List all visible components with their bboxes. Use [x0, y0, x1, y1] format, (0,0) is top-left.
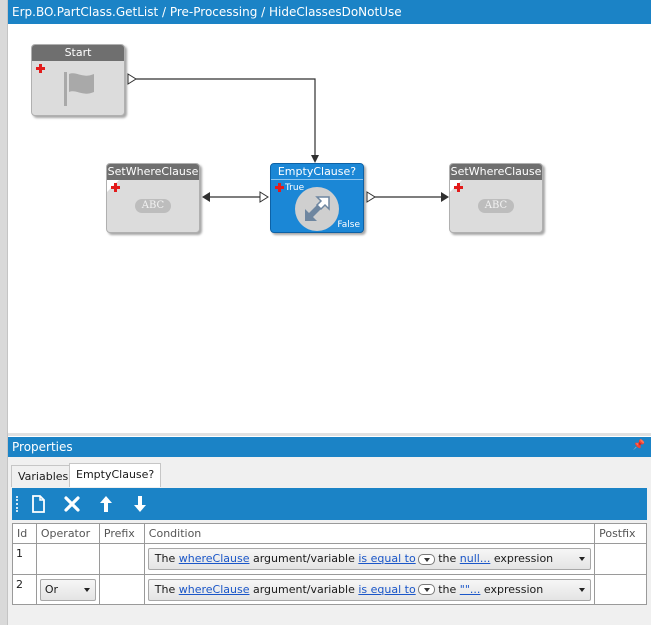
column-header-operator[interactable]: Operator — [35, 523, 100, 544]
connector-right-tail-arrow — [366, 191, 376, 203]
row-id-cell: 2 — [12, 574, 37, 605]
operator-select[interactable]: Or — [39, 578, 96, 601]
set-where-clause-node-left[interactable]: SetWhereClause ABC — [106, 163, 200, 233]
chevron-down-icon[interactable] — [579, 587, 586, 592]
add-plus-icon[interactable] — [111, 183, 120, 192]
abc-badge: ABC — [478, 199, 514, 213]
new-document-icon[interactable] — [26, 492, 50, 516]
properties-title: Properties — [12, 440, 73, 454]
pin-icon[interactable]: 📌 — [633, 440, 645, 451]
condition-text: the — [438, 582, 457, 596]
connector-left-head-arrow — [202, 192, 210, 202]
condition-text: expression — [493, 552, 554, 565]
chevron-down-icon[interactable] — [579, 557, 586, 561]
row-id-cell: 1 — [12, 543, 37, 575]
condition-expression-dropdown[interactable]: The whereClause argument/variable is equ… — [147, 578, 592, 601]
condition-cell: The whereClause argument/variable is equ… — [143, 543, 596, 575]
operator-value: Or — [44, 582, 59, 596]
start-node-title: Start — [32, 45, 124, 61]
postfix-cell[interactable] — [594, 574, 647, 605]
properties-panel: Variables EmptyClause? Id Operator Prefi… — [8, 457, 651, 625]
connector-left-tail-arrow — [259, 191, 269, 203]
operator-cell: Or — [35, 574, 100, 605]
comparison-dropdown-icon[interactable] — [417, 553, 435, 565]
set-where-clause-node-right[interactable]: SetWhereClause ABC — [449, 163, 543, 233]
variable-link[interactable]: whereClause — [179, 583, 250, 596]
comparison-link[interactable]: is equal to — [358, 583, 415, 596]
column-header-condition[interactable]: Condition — [143, 523, 596, 544]
panel-splitter[interactable] — [8, 433, 651, 436]
node-title: SetWhereClause — [107, 164, 199, 180]
comparison-link[interactable]: is equal to — [358, 552, 415, 565]
move-down-icon[interactable] — [128, 492, 152, 516]
condition-text: argument/variable — [252, 552, 355, 565]
value-link[interactable]: null... — [460, 552, 491, 565]
condition-text: The — [154, 582, 176, 596]
connector-start-to-condition — [136, 78, 316, 155]
connector-start-tail-arrow — [127, 73, 137, 85]
condition-text: The — [154, 552, 176, 565]
false-branch-label: False — [337, 220, 360, 230]
workflow-title-bar: Erp.BO.PartClass.GetList / Pre-Processin… — [8, 0, 651, 24]
column-header-id[interactable]: Id — [12, 523, 37, 544]
delete-icon[interactable] — [60, 492, 84, 516]
chevron-down-icon[interactable] — [83, 587, 90, 592]
prefix-cell[interactable] — [98, 543, 145, 575]
start-node[interactable]: Start — [31, 44, 125, 116]
abc-badge: ABC — [135, 199, 171, 213]
condition-text: the — [438, 552, 457, 565]
move-up-icon[interactable] — [94, 492, 118, 516]
condition-arrows-icon — [295, 187, 339, 231]
node-title: SetWhereClause — [450, 164, 542, 180]
comparison-dropdown-icon[interactable] — [417, 584, 435, 595]
condition-text: argument/variable — [252, 582, 355, 596]
condition-toolbar — [12, 488, 647, 520]
flag-icon — [64, 72, 94, 106]
connector-right-head-arrow — [441, 192, 449, 202]
condition-cell: The whereClause argument/variable is equ… — [143, 574, 596, 605]
add-plus-icon[interactable] — [454, 183, 463, 192]
postfix-cell[interactable] — [594, 543, 647, 575]
prefix-cell[interactable] — [98, 574, 145, 605]
node-title: EmptyClause? — [271, 164, 363, 180]
tab-empty-clause[interactable]: EmptyClause? — [69, 463, 162, 487]
empty-clause-condition-node[interactable]: EmptyClause? True False — [270, 163, 364, 233]
condition-text: expression — [483, 582, 544, 596]
workflow-canvas[interactable]: Start SetWhereClause ABC EmptyClause? Tr… — [8, 24, 651, 434]
toolbar-grip[interactable] — [16, 496, 18, 512]
column-header-prefix[interactable]: Prefix — [98, 523, 145, 544]
table-row[interactable]: 1 The whereClause argument/variable is e… — [12, 543, 647, 575]
add-plus-icon[interactable] — [275, 183, 284, 192]
connector-start-head-arrow — [311, 155, 319, 163]
operator-cell[interactable] — [35, 543, 100, 575]
table-row[interactable]: 2 Or The whereClause argument/variable i… — [12, 574, 647, 605]
condition-expression-dropdown[interactable]: The whereClause argument/variable is equ… — [147, 548, 592, 570]
tab-variables[interactable]: Variables — [11, 465, 76, 487]
app-window: Erp.BO.PartClass.GetList / Pre-Processin… — [0, 0, 651, 625]
grid-header-row: Id Operator Prefix Condition Postfix — [12, 523, 647, 544]
variable-link[interactable]: whereClause — [179, 552, 250, 565]
column-header-postfix[interactable]: Postfix — [594, 523, 647, 544]
workflow-title: Erp.BO.PartClass.GetList / Pre-Processin… — [12, 5, 402, 19]
add-plus-icon[interactable] — [36, 64, 45, 73]
value-link[interactable]: ""... — [460, 583, 481, 596]
properties-header: Properties 📌 — [8, 437, 651, 457]
left-dock-strip — [0, 0, 8, 625]
conditions-grid: Id Operator Prefix Condition Postfix 1 T… — [12, 523, 647, 605]
